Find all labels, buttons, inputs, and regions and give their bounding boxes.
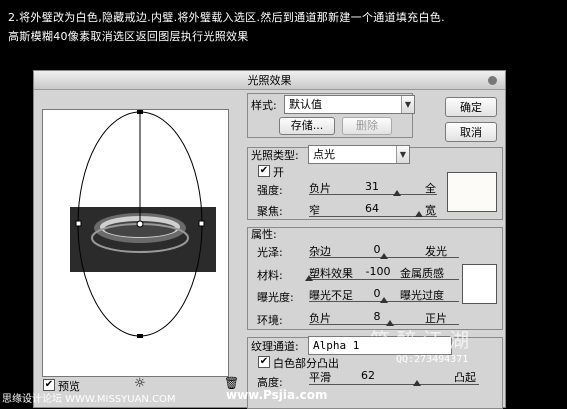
qq-watermark: QQ:273494371 <box>396 354 469 365</box>
style-label: 样式: <box>251 99 277 112</box>
white-high-checkbox[interactable]: ✔ <box>258 356 270 368</box>
close-icon[interactable] <box>488 76 497 85</box>
ambient-color-swatch[interactable] <box>462 264 497 304</box>
light-type-select[interactable]: 点光 ▼ <box>308 145 410 164</box>
dialog-titlebar: 光照效果 <box>34 71 505 90</box>
height-track <box>309 384 479 385</box>
ok-button[interactable]: 确定 <box>445 97 497 117</box>
intensity-track <box>309 194 437 195</box>
signature-watermark: 笑 醉 江 湖 <box>370 328 470 352</box>
gloss-label: 光泽: <box>257 246 283 259</box>
material-slider[interactable] <box>305 275 313 281</box>
preview-image <box>70 110 216 338</box>
height-max-label: 凸起 <box>454 371 476 384</box>
focus-value: 64 <box>365 202 379 215</box>
dialog-title: 光照效果 <box>247 74 292 87</box>
handle-top <box>137 110 143 114</box>
site-watermark-center: www.Psjia.com <box>226 388 328 402</box>
style-select-value: 默认值 <box>289 98 322 111</box>
properties-label: 属性: <box>251 228 277 241</box>
handle-right <box>198 220 205 227</box>
light-type-label: 光照类型: <box>251 149 299 162</box>
instruction-line-1: 2.将外璧改为白色,隐藏戒边.内璧.将外璧载入选区.然后到通道那新建一个通道填充… <box>8 11 445 24</box>
site-watermark-left: 思缘设计论坛 WWW.MISSYUAN.COM <box>2 394 176 405</box>
intensity-slider[interactable] <box>393 190 401 196</box>
height-min-label: 平滑 <box>309 371 331 384</box>
light-on-label: 开 <box>273 166 284 179</box>
focus-label: 聚焦: <box>257 205 283 218</box>
ambience-label: 环境: <box>257 314 283 327</box>
exposure-label: 曝光度: <box>257 291 294 304</box>
height-value: 62 <box>361 369 375 382</box>
light-type-value: 点光 <box>313 148 335 161</box>
chevron-down-icon: ▼ <box>396 146 409 163</box>
exposure-slider[interactable] <box>380 297 388 303</box>
lightbulb-icon[interactable]: ☼ <box>134 376 146 391</box>
cancel-button[interactable]: 取消 <box>445 122 497 142</box>
focus-slider[interactable] <box>415 211 423 217</box>
chevron-down-icon: ▼ <box>401 96 414 113</box>
preview-canvas[interactable] <box>42 109 229 377</box>
save-style-button[interactable]: 存储... <box>279 117 335 135</box>
texture-channel-value: Alpha 1 <box>313 339 360 352</box>
instruction-line-2: 高斯模糊40像素取消选区返回图层执行光照效果 <box>8 30 249 43</box>
gloss-slider[interactable] <box>380 253 388 259</box>
intensity-label: 强度: <box>257 184 283 197</box>
light-color-swatch[interactable] <box>447 172 497 212</box>
material-track <box>309 279 459 280</box>
material-value: -100 <box>365 265 391 278</box>
height-slider[interactable] <box>413 380 421 386</box>
texture-channel-label: 纹理通道: <box>251 340 299 353</box>
instruction-text: 2.将外璧改为白色,隐藏戒边.内璧.将外璧载入选区.然后到通道那新建一个通道填充… <box>8 8 560 46</box>
delete-style-button[interactable]: 删除 <box>342 117 392 135</box>
intensity-value: 31 <box>365 180 379 193</box>
light-center-handle <box>136 220 144 228</box>
handle-left <box>75 220 82 227</box>
style-select[interactable]: 默认值 ▼ <box>284 95 415 114</box>
handle-bottom <box>137 334 143 338</box>
material-label: 材料: <box>257 269 283 282</box>
light-on-checkbox[interactable]: ✔ <box>258 165 270 177</box>
